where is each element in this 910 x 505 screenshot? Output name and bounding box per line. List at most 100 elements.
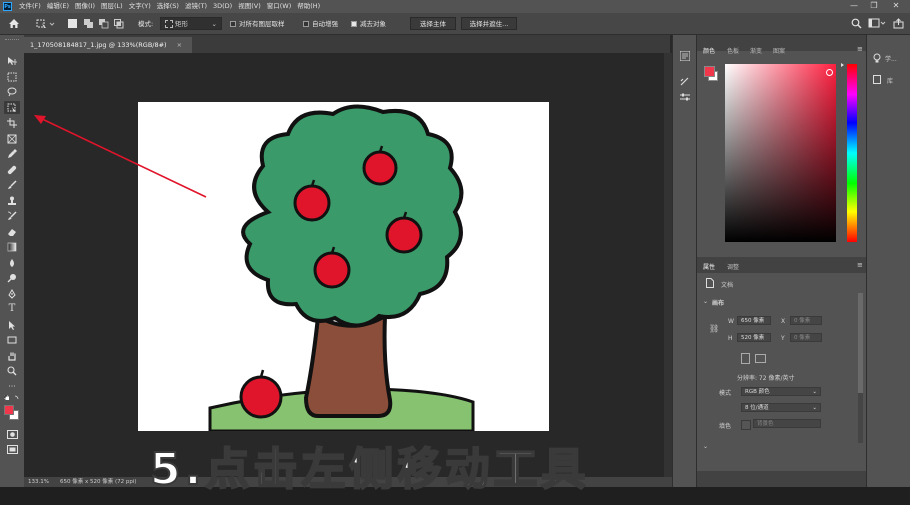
color-foreground-swatch[interactable]: [704, 66, 715, 77]
more-tools-icon[interactable]: ···: [4, 380, 20, 393]
link-icon[interactable]: ⛓: [709, 324, 719, 333]
learn-panel-label[interactable]: 学...: [885, 54, 897, 63]
document-icon: [706, 278, 714, 288]
healing-brush-tool-icon[interactable]: [4, 163, 20, 176]
menu-filter[interactable]: 滤镜(T): [182, 0, 210, 13]
intersect-selection-icon[interactable]: [114, 19, 124, 29]
menu-type[interactable]: 文字(Y): [126, 0, 154, 13]
panel-menu-icon[interactable]: ≡: [857, 261, 863, 269]
library-icon[interactable]: [873, 75, 881, 84]
subtract-object-checkbox[interactable]: 减去对象: [351, 13, 386, 35]
learn-icon[interactable]: [873, 53, 881, 63]
hue-slider-handle[interactable]: [841, 63, 844, 67]
crop-tool-icon[interactable]: [4, 116, 20, 129]
close-button[interactable]: ✕: [888, 0, 904, 13]
gradient-tool-icon[interactable]: [4, 240, 20, 253]
y-field[interactable]: 0 像素: [790, 333, 822, 342]
canvas-scrollbar[interactable]: [664, 53, 672, 477]
bit-depth-select[interactable]: 8 位/通道 ⌄: [741, 403, 821, 412]
default-colors-icon[interactable]: [3, 394, 20, 401]
mode-label: 模式: [719, 390, 732, 397]
screen-mode-icon[interactable]: [4, 443, 20, 456]
collapse-icon[interactable]: ⌄: [703, 443, 708, 450]
menu-3d[interactable]: 3D(D): [210, 0, 235, 13]
clone-stamp-tool-icon[interactable]: [4, 194, 20, 207]
quick-mask-icon[interactable]: [4, 428, 20, 441]
lasso-tool-icon[interactable]: [4, 85, 20, 98]
menu-view[interactable]: 视图(V): [235, 0, 264, 13]
history-brush-tool-icon[interactable]: [4, 209, 20, 222]
minimize-button[interactable]: —: [846, 0, 862, 13]
tab-adjustments[interactable]: 调整: [727, 262, 739, 271]
toolbar-grip[interactable]: [5, 39, 19, 43]
document-tab[interactable]: 1_170508184817_1.jpg @ 133%(RGB/8#) ×: [24, 37, 193, 53]
portrait-orientation-icon[interactable]: [741, 353, 750, 364]
landscape-orientation-icon[interactable]: [755, 354, 766, 363]
zoom-level[interactable]: 133.1%: [28, 477, 49, 487]
menu-window[interactable]: 窗口(W): [264, 0, 295, 13]
width-field[interactable]: 650 像素: [737, 316, 771, 325]
home-icon[interactable]: [7, 17, 21, 30]
fill-swatch[interactable]: [741, 420, 751, 430]
sample-all-layers-checkbox[interactable]: 对所有图层取样: [230, 13, 285, 35]
frame-tool-icon[interactable]: [4, 132, 20, 145]
brush-panel-icon[interactable]: [680, 76, 690, 86]
blur-tool-icon[interactable]: [4, 256, 20, 269]
color-picker-cursor[interactable]: [826, 69, 833, 76]
height-label: H: [728, 335, 733, 342]
menu-file[interactable]: 文件(F): [16, 0, 44, 13]
select-subject-button[interactable]: 选择主体: [410, 17, 456, 30]
subtract-selection-icon[interactable]: [99, 19, 109, 29]
object-selection-tool-icon[interactable]: [4, 101, 20, 114]
select-and-mask-button[interactable]: 选择并遮住...: [461, 17, 517, 30]
canvas-collapse-icon[interactable]: ⌄: [703, 298, 708, 305]
move-tool-icon[interactable]: [4, 54, 20, 67]
eraser-tool-icon[interactable]: [4, 225, 20, 238]
menu-help[interactable]: 帮助(H): [294, 0, 323, 13]
foreground-color-swatch-top[interactable]: [4, 405, 14, 415]
library-panel-label[interactable]: 库: [887, 76, 893, 85]
search-icon[interactable]: [851, 18, 862, 29]
zoom-tool-icon[interactable]: [4, 364, 20, 377]
menu-image[interactable]: 图像(I): [72, 0, 98, 13]
tool-preset-icon[interactable]: [36, 18, 56, 30]
photoshop-logo: Ps: [3, 2, 12, 11]
eyedropper-tool-icon[interactable]: [4, 147, 20, 160]
auto-enhance-checkbox[interactable]: 自动增强: [303, 13, 338, 35]
color-mode-select[interactable]: RGB 颜色 ⌄: [741, 387, 821, 396]
tab-properties[interactable]: 属性: [703, 262, 715, 271]
properties-scrollbar[interactable]: [858, 293, 863, 443]
panel-menu-icon[interactable]: ≡: [857, 45, 863, 53]
tab-color[interactable]: 颜色: [703, 46, 715, 55]
share-icon[interactable]: [893, 18, 904, 29]
type-tool-icon[interactable]: T: [4, 302, 20, 315]
history-panel-icon[interactable]: [679, 50, 691, 62]
fill-select[interactable]: 背景色: [753, 419, 821, 428]
tutorial-caption: 5.点击左侧移动工具: [149, 443, 590, 496]
path-selection-tool-icon[interactable]: [4, 318, 20, 331]
close-tab-icon[interactable]: ×: [177, 41, 182, 49]
restore-button[interactable]: ❐: [866, 0, 882, 13]
workspace-icon[interactable]: [868, 18, 886, 29]
menu-edit[interactable]: 编辑(E): [44, 0, 72, 13]
hand-tool-icon[interactable]: [4, 349, 20, 362]
tab-patterns[interactable]: 图案: [773, 46, 785, 55]
new-selection-icon[interactable]: [68, 19, 77, 28]
marquee-tool-icon[interactable]: [4, 70, 20, 83]
height-field[interactable]: 520 像素: [737, 333, 771, 342]
resolution-text: 分辨率: 72 像素/英寸: [737, 375, 795, 382]
menu-layer[interactable]: 图层(L): [98, 0, 126, 13]
brush-tool-icon[interactable]: [4, 178, 20, 191]
pen-tool-icon[interactable]: [4, 287, 20, 300]
hue-slider[interactable]: [847, 64, 857, 242]
tab-gradients[interactable]: 渐变: [750, 46, 762, 55]
add-selection-icon[interactable]: [84, 19, 94, 29]
mode-select[interactable]: 矩形 ⌄: [160, 17, 222, 30]
tab-swatches[interactable]: 色板: [727, 46, 739, 55]
x-field[interactable]: 0 像素: [790, 316, 822, 325]
adjustment-panel-icon[interactable]: [680, 92, 690, 102]
color-field[interactable]: [725, 64, 836, 242]
dodge-tool-icon[interactable]: [4, 271, 20, 284]
rectangle-tool-icon[interactable]: [4, 333, 20, 346]
menu-select[interactable]: 选择(S): [154, 0, 182, 13]
